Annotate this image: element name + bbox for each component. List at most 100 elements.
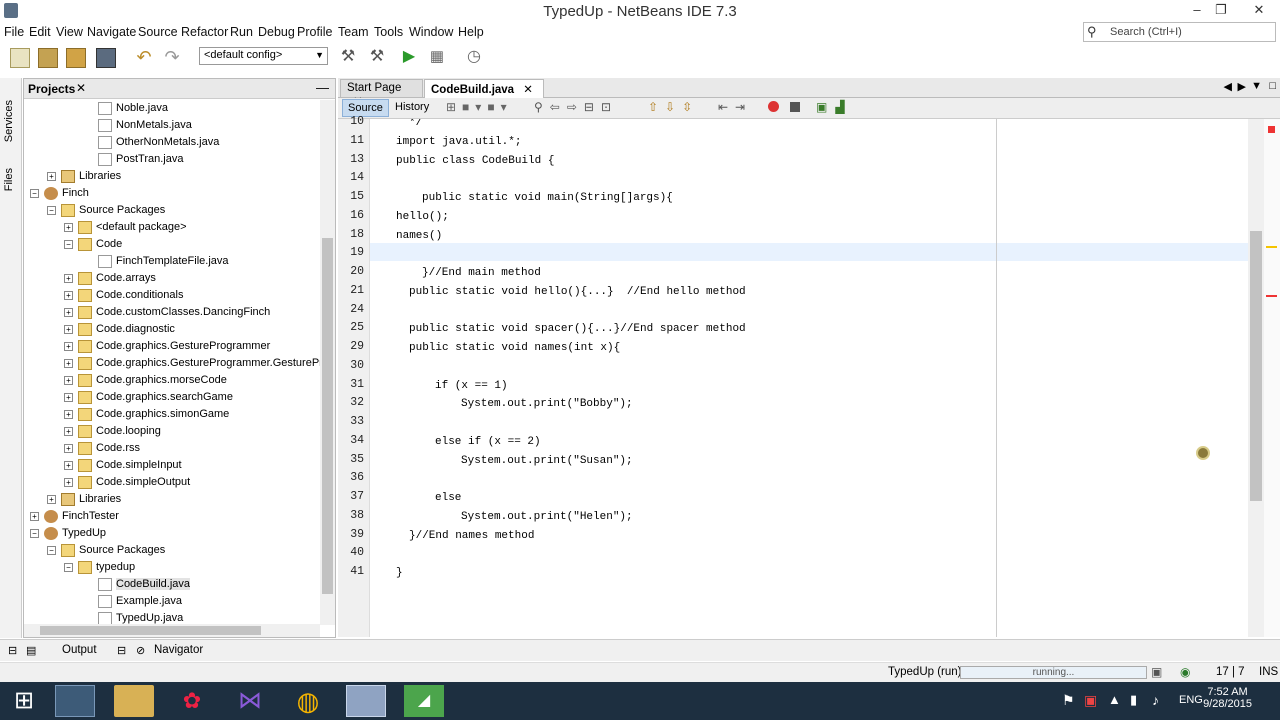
debug-icon[interactable]: ▦ xyxy=(427,48,447,68)
tree-item[interactable]: + Libraries xyxy=(47,491,121,508)
code-editor[interactable]: */ import java.util.*; public class CodeBu… xyxy=(370,119,1248,637)
shift-icons[interactable]: ⇤⇥ xyxy=(718,100,752,114)
camtasia-icon[interactable]: ◢ xyxy=(404,685,444,717)
menu-source[interactable]: Source xyxy=(138,25,178,39)
expand-icon[interactable]: + xyxy=(64,273,73,283)
close-icon[interactable]: ✕ xyxy=(523,84,533,96)
search-tools-icons[interactable]: ⚲⇦⇨⊟⊡ xyxy=(534,100,618,114)
menu-help[interactable]: Help xyxy=(458,25,484,39)
expand-icon[interactable]: + xyxy=(47,171,56,181)
expand-icon[interactable]: + xyxy=(64,443,73,453)
paint-app-icon[interactable]: ✿ xyxy=(172,685,212,717)
tree-item[interactable]: + Code.rss xyxy=(64,440,140,457)
tree-item[interactable]: + Code.graphics.morseCode xyxy=(64,372,227,389)
tree-item[interactable]: + Libraries xyxy=(47,168,121,185)
expand-icon[interactable]: + xyxy=(64,324,73,334)
menu-navigate[interactable]: Navigate xyxy=(87,25,136,39)
expand-icon[interactable]: + xyxy=(64,290,73,300)
tree-item[interactable]: Noble.java xyxy=(98,100,168,117)
file-explorer-icon[interactable] xyxy=(114,685,154,717)
tab-start-page[interactable]: Start Page ✕ xyxy=(340,79,423,108)
tree-item[interactable]: PostTran.java xyxy=(98,151,183,168)
menu-tools[interactable]: Tools xyxy=(374,25,403,39)
tab-codebuild-java[interactable]: CodeBuild.java ✕ xyxy=(424,79,544,98)
collapse-icon[interactable]: − xyxy=(30,528,39,538)
expand-icon[interactable]: + xyxy=(30,511,39,521)
tree-item[interactable]: + Code.diagnostic xyxy=(64,321,175,338)
warning-marker[interactable] xyxy=(1266,246,1277,248)
tree-item[interactable]: − Code xyxy=(64,236,122,253)
undo-icon[interactable]: ↶ xyxy=(134,48,154,68)
menu-debug[interactable]: Debug xyxy=(258,25,295,39)
tree-item[interactable]: + Code.graphics.searchGame xyxy=(64,389,233,406)
menu-team[interactable]: Team xyxy=(338,25,369,39)
tray-overflow-icon[interactable]: ▲ xyxy=(1108,692,1121,707)
menu-run[interactable]: Run xyxy=(230,25,253,39)
expand-icon[interactable]: + xyxy=(64,477,73,487)
scroll-tabs-right-icon[interactable]: ▶ xyxy=(1238,80,1246,93)
run-icon[interactable]: ▶ xyxy=(399,48,419,68)
tree-item[interactable]: + Code.customClasses.DancingFinch xyxy=(64,304,270,321)
tree-item[interactable]: + Code.simpleOutput xyxy=(64,474,190,491)
expand-icon[interactable]: + xyxy=(64,307,73,317)
expand-icon[interactable]: + xyxy=(64,460,73,470)
tree-horizontal-scrollbar[interactable] xyxy=(24,624,320,637)
collapse-icon[interactable]: − xyxy=(30,188,39,198)
tree-item[interactable]: TypedUp.java xyxy=(98,610,183,625)
tree-item[interactable]: + Code.looping xyxy=(64,423,161,440)
new-file-icon[interactable] xyxy=(10,48,30,68)
tree-item[interactable]: NonMetals.java xyxy=(98,117,192,134)
minimize-icon[interactable]: — xyxy=(316,80,329,95)
tree-item[interactable]: − Source Packages xyxy=(47,542,165,559)
tree-item[interactable]: + Code.graphics.GestureProgrammer.Gesture… xyxy=(64,355,320,372)
notification-icon[interactable]: ◉ xyxy=(1180,665,1190,679)
chrome-icon[interactable]: ◍ xyxy=(288,685,328,717)
expand-icon[interactable]: + xyxy=(64,426,73,436)
expand-icon[interactable]: + xyxy=(64,375,73,385)
tree-item[interactable]: − TypedUp xyxy=(30,525,106,542)
projects-title[interactable]: Projects xyxy=(28,82,75,96)
menu-window[interactable]: Window xyxy=(409,25,453,39)
tree-item[interactable]: + Code.arrays xyxy=(64,270,156,287)
output-tab[interactable]: Output xyxy=(62,644,97,656)
windows-start-icon[interactable]: ⊞ xyxy=(4,685,44,717)
collapse-icon[interactable]: − xyxy=(47,545,56,555)
config-select[interactable]: <default config> ▼ xyxy=(199,47,328,65)
restore-button[interactable]: ❐ xyxy=(1206,0,1236,21)
scroll-tabs-left-icon[interactable]: ◀ xyxy=(1224,80,1232,93)
redo-icon[interactable]: ↷ xyxy=(162,48,182,68)
tree-item[interactable]: + Code.graphics.simonGame xyxy=(64,406,229,423)
tree-item[interactable]: + FinchTester xyxy=(30,508,119,525)
tree-item[interactable]: + <default package> xyxy=(64,219,187,236)
volume-icon[interactable]: ♪ xyxy=(1152,692,1159,708)
language-indicator[interactable]: ENG xyxy=(1179,694,1203,706)
netbeans-taskbar-icon[interactable] xyxy=(346,685,386,717)
stop-task-icon[interactable]: ▣ xyxy=(1151,665,1162,679)
menu-edit[interactable]: Edit xyxy=(29,25,51,39)
collapse-icon[interactable]: − xyxy=(64,239,73,249)
editor-nav-icons[interactable]: ⊞■▾■▾ xyxy=(446,100,513,114)
tree-item[interactable]: OtherNonMetals.java xyxy=(98,134,219,151)
diff-icons[interactable]: ▣▟ xyxy=(816,100,853,114)
tree-item[interactable]: − typedup xyxy=(64,559,135,576)
files-tab[interactable]: Files xyxy=(3,168,15,191)
tree-item[interactable]: FinchTemplateFile.java xyxy=(98,253,229,270)
save-all-icon[interactable] xyxy=(96,48,116,68)
menu-view[interactable]: View xyxy=(56,25,83,39)
tab-list-icon[interactable]: ▼ xyxy=(1251,80,1262,92)
close-icon[interactable]: ✕ xyxy=(76,81,86,95)
visual-studio-icon[interactable]: ⋈ xyxy=(230,685,270,717)
stop-macro-icon[interactable] xyxy=(790,102,800,112)
tray-app-icon[interactable]: ▣ xyxy=(1084,692,1097,709)
editor-scrollbar[interactable] xyxy=(1248,119,1264,637)
new-project-icon[interactable] xyxy=(38,48,58,68)
error-marker-icon[interactable] xyxy=(1268,126,1275,133)
tree-item[interactable]: + Code.simpleInput xyxy=(64,457,182,474)
expand-icon[interactable]: + xyxy=(47,494,56,504)
expand-icon[interactable]: + xyxy=(64,222,73,232)
clean-build-icon[interactable]: ⚒ xyxy=(367,48,387,68)
profile-icon[interactable]: ◷ xyxy=(464,48,484,68)
clock[interactable]: 7:52 AM 9/28/2015 xyxy=(1203,686,1252,710)
history-button[interactable]: History xyxy=(390,99,434,117)
record-macro-icon[interactable] xyxy=(768,101,779,112)
